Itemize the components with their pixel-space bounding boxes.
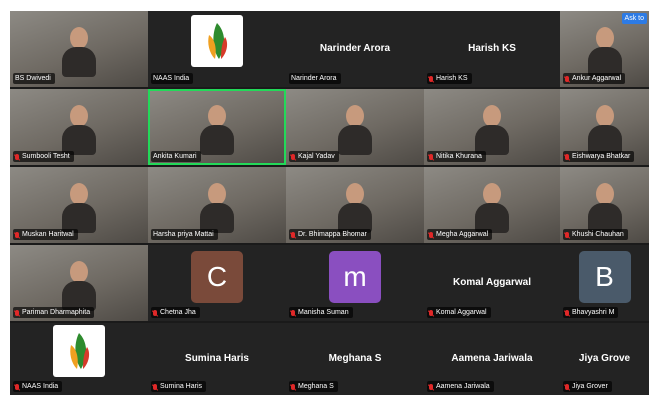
participant-tile[interactable]: Nitika Khurana bbox=[424, 89, 560, 165]
ask-to-button[interactable]: Ask to bbox=[621, 13, 647, 24]
participant-display-name: Jiya Grove bbox=[578, 353, 631, 364]
naas-logo bbox=[53, 325, 105, 377]
participant-nameplate: Pariman Dharmaphita bbox=[13, 307, 95, 318]
participant-nameplate: Meghana S bbox=[289, 381, 338, 392]
participant-nameplate: Bhavyashri M bbox=[563, 307, 619, 318]
participant-video bbox=[200, 105, 234, 155]
participant-video bbox=[338, 183, 372, 233]
participant-tile[interactable]: Dr. Bhimappa Bhomar bbox=[286, 167, 424, 243]
participant-video bbox=[200, 183, 234, 233]
participant-tile[interactable]: Jiya Grove Jiya Grover bbox=[560, 323, 649, 395]
muted-mic-icon bbox=[15, 153, 19, 160]
participant-display-name: Komal Aggarwal bbox=[453, 277, 531, 288]
muted-mic-icon bbox=[565, 75, 569, 82]
participant-video bbox=[587, 183, 622, 233]
participant-nameplate: NAAS India bbox=[151, 73, 194, 84]
participant-tile[interactable]: Kajal Yadav bbox=[286, 89, 424, 165]
participant-nameplate: Khushi Chauhan bbox=[563, 229, 628, 240]
participant-tile[interactable]: Khushi Chauhan bbox=[560, 167, 649, 243]
muted-mic-icon bbox=[565, 309, 569, 316]
participant-tile[interactable]: Muskan Haritwal bbox=[10, 167, 148, 243]
muted-mic-icon bbox=[429, 231, 433, 238]
participant-avatar: C bbox=[191, 251, 243, 303]
participant-nameplate: Ankur Aggarwal bbox=[563, 73, 626, 84]
muted-mic-icon bbox=[15, 231, 19, 238]
muted-mic-icon bbox=[565, 231, 569, 238]
participant-tile[interactable]: Aamena Jariwala Aamena Jariwala bbox=[424, 323, 560, 395]
participant-avatar: m bbox=[329, 251, 381, 303]
participant-nameplate: Aamena Jariwala bbox=[427, 381, 494, 392]
participant-display-name: Narinder Arora bbox=[319, 43, 391, 54]
participant-video bbox=[587, 27, 622, 77]
participant-tile[interactable]: C Chetna Jha bbox=[148, 245, 286, 321]
muted-mic-icon bbox=[291, 383, 295, 390]
participant-video bbox=[62, 105, 96, 155]
muted-mic-icon bbox=[291, 153, 295, 160]
participant-video bbox=[62, 183, 96, 233]
participant-nameplate: Nitika Khurana bbox=[427, 151, 486, 162]
muted-mic-icon bbox=[565, 383, 569, 390]
participant-nameplate: Muskan Haritwal bbox=[13, 229, 78, 240]
meeting-window: BS Dwivedi NAAS India Narinder Arora Nar… bbox=[0, 0, 649, 401]
muted-mic-icon bbox=[153, 383, 157, 390]
participant-display-name: Meghana S bbox=[328, 353, 382, 364]
participant-display-name: Sumina Haris bbox=[185, 353, 249, 364]
participant-tile[interactable]: Megha Aggarwal bbox=[424, 167, 560, 243]
participant-tile[interactable]: NAAS India bbox=[148, 11, 286, 87]
participant-tile[interactable]: BS Dwivedi bbox=[10, 11, 148, 87]
muted-mic-icon bbox=[429, 153, 433, 160]
participant-tile[interactable]: Narinder Arora Narinder Arora bbox=[286, 11, 424, 87]
participant-video bbox=[62, 261, 96, 311]
participant-video bbox=[475, 183, 509, 233]
muted-mic-icon bbox=[15, 383, 19, 390]
participant-video bbox=[62, 27, 96, 77]
participant-video bbox=[475, 105, 509, 155]
muted-mic-icon bbox=[565, 153, 569, 160]
muted-mic-icon bbox=[291, 309, 295, 316]
participant-nameplate: Megha Aggarwal bbox=[427, 229, 493, 240]
participant-nameplate: Harish KS bbox=[427, 73, 472, 84]
participant-nameplate: Narinder Arora bbox=[289, 73, 341, 84]
participant-display-name: Aamena Jariwala bbox=[451, 353, 533, 364]
participant-nameplate: Komal Aggarwal bbox=[427, 307, 491, 318]
participant-tile[interactable]: Pariman Dharmaphita bbox=[10, 245, 148, 321]
participant-tile[interactable]: Sumina Haris Sumina Haris bbox=[148, 323, 286, 395]
participant-video bbox=[338, 105, 372, 155]
participant-tile[interactable]: B Bhavyashri M bbox=[560, 245, 649, 321]
participant-display-name: Harish KS bbox=[468, 43, 516, 54]
participant-nameplate: Eishwarya Bhatkar bbox=[563, 151, 635, 162]
participant-grid: BS Dwivedi NAAS India Narinder Arora Nar… bbox=[10, 11, 649, 395]
participant-tile[interactable]: Komal Aggarwal Komal Aggarwal bbox=[424, 245, 560, 321]
participant-nameplate: Kajal Yadav bbox=[289, 151, 339, 162]
participant-video bbox=[587, 105, 622, 155]
muted-mic-icon bbox=[153, 309, 157, 316]
participant-nameplate: Ankita Kumari bbox=[151, 151, 201, 162]
participant-tile[interactable]: NAAS India bbox=[10, 323, 148, 395]
participant-nameplate: BS Dwivedi bbox=[13, 73, 55, 84]
muted-mic-icon bbox=[429, 309, 433, 316]
muted-mic-icon bbox=[429, 383, 433, 390]
participant-tile[interactable]: Meghana S Meghana S bbox=[286, 323, 424, 395]
participant-nameplate: Manisha Suman bbox=[289, 307, 353, 318]
muted-mic-icon bbox=[429, 75, 433, 82]
participant-tile[interactable]: Ask to Ankur Aggarwal bbox=[560, 11, 649, 87]
active-speaker-tile[interactable]: Ankita Kumari bbox=[148, 89, 286, 165]
participant-avatar: B bbox=[578, 251, 631, 303]
participant-tile[interactable]: Eishwarya Bhatkar bbox=[560, 89, 649, 165]
muted-mic-icon bbox=[15, 309, 19, 316]
participant-nameplate: Chetna Jha bbox=[151, 307, 200, 318]
participant-nameplate: Sumbooli Tesht bbox=[13, 151, 74, 162]
participant-tile[interactable]: Harish KS Harish KS bbox=[424, 11, 560, 87]
participant-nameplate: Dr. Bhimappa Bhomar bbox=[289, 229, 371, 240]
participant-nameplate: NAAS India bbox=[13, 381, 63, 392]
naas-logo bbox=[191, 15, 243, 67]
muted-mic-icon bbox=[291, 231, 295, 238]
participant-tile[interactable]: Sumbooli Tesht bbox=[10, 89, 148, 165]
participant-tile[interactable]: m Manisha Suman bbox=[286, 245, 424, 321]
participant-nameplate: Sumina Haris bbox=[151, 381, 207, 392]
participant-tile[interactable]: Harsha priya Mattai bbox=[148, 167, 286, 243]
participant-nameplate: Harsha priya Mattai bbox=[151, 229, 218, 240]
participant-nameplate: Jiya Grover bbox=[563, 381, 612, 392]
